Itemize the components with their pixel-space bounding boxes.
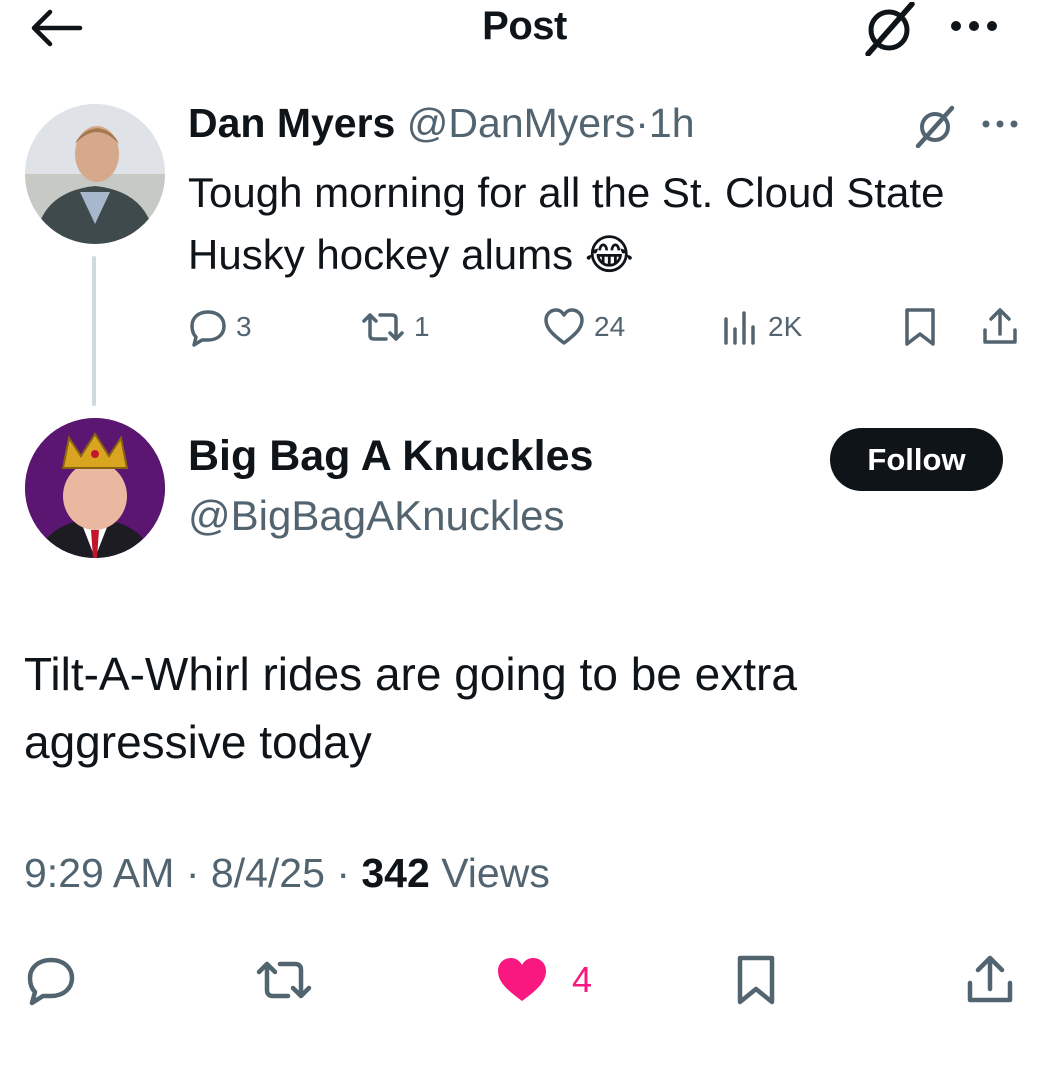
post-date[interactable]: 8/4/25 xyxy=(211,850,325,896)
repost-icon xyxy=(360,307,406,347)
post-text: Tough morning for all the St. Cloud Stat… xyxy=(188,169,945,278)
repost-button[interactable] xyxy=(254,950,314,1010)
author-handle[interactable]: @DanMyers xyxy=(407,100,635,146)
bookmark-icon xyxy=(734,953,778,1007)
share-button[interactable] xyxy=(980,304,1028,350)
share-button[interactable] xyxy=(964,950,1016,1010)
views-label: Views xyxy=(441,850,550,896)
bookmark-icon xyxy=(902,306,938,348)
repost-button[interactable]: 1 xyxy=(360,304,430,350)
grok-icon[interactable] xyxy=(860,2,918,56)
reply-icon xyxy=(24,954,78,1006)
like-count: 4 xyxy=(572,959,593,1000)
post-time[interactable]: 1h xyxy=(649,100,695,146)
post-actions: 4 xyxy=(0,950,1049,1010)
heart-outline-icon xyxy=(542,307,586,347)
views-count: 2K xyxy=(768,311,803,342)
reply-button[interactable]: 3 xyxy=(188,304,252,350)
author-name[interactable]: Big Bag A Knuckles xyxy=(188,432,593,481)
post-actions: 3 1 24 2K xyxy=(188,304,1028,350)
separator: · xyxy=(635,100,649,146)
separator: · xyxy=(185,850,200,896)
grok-icon[interactable] xyxy=(912,104,958,148)
more-options-icon[interactable] xyxy=(980,116,1020,132)
repost-icon xyxy=(254,954,314,1006)
avatar[interactable] xyxy=(25,104,165,244)
post-meta: 9:29 AM · 8/4/25 · 342 Views xyxy=(24,850,550,897)
avatar[interactable] xyxy=(25,418,165,558)
like-count: 24 xyxy=(594,311,626,342)
views-count: 342 xyxy=(361,850,430,896)
share-icon xyxy=(980,306,1020,348)
repost-count: 1 xyxy=(414,311,430,342)
reply-icon xyxy=(188,307,228,347)
more-options-icon[interactable] xyxy=(948,16,1000,36)
author-name[interactable]: Dan Myers xyxy=(188,100,395,146)
reply-button[interactable] xyxy=(24,950,78,1010)
views-button[interactable]: 2K xyxy=(720,304,802,350)
post-header: Dan Myers @DanMyers·1h xyxy=(188,100,695,147)
thread-connector-line xyxy=(92,256,96,406)
like-button[interactable]: 4 xyxy=(494,950,592,1010)
analytics-bar-icon xyxy=(720,307,760,347)
separator: · xyxy=(336,850,350,896)
like-button[interactable]: 24 xyxy=(542,304,625,350)
reply-count: 3 xyxy=(236,311,252,342)
post-time[interactable]: 9:29 AM xyxy=(24,850,174,896)
post-text: Tilt-A-Whirl rides are going to be extra… xyxy=(24,648,797,768)
follow-button[interactable]: Follow xyxy=(830,428,1003,491)
author-handle[interactable]: @BigBagAKnuckles xyxy=(188,492,565,540)
bookmark-button[interactable] xyxy=(734,950,778,1010)
share-icon xyxy=(964,953,1016,1007)
heart-filled-icon xyxy=(494,955,550,1005)
bookmark-button[interactable] xyxy=(902,304,946,350)
